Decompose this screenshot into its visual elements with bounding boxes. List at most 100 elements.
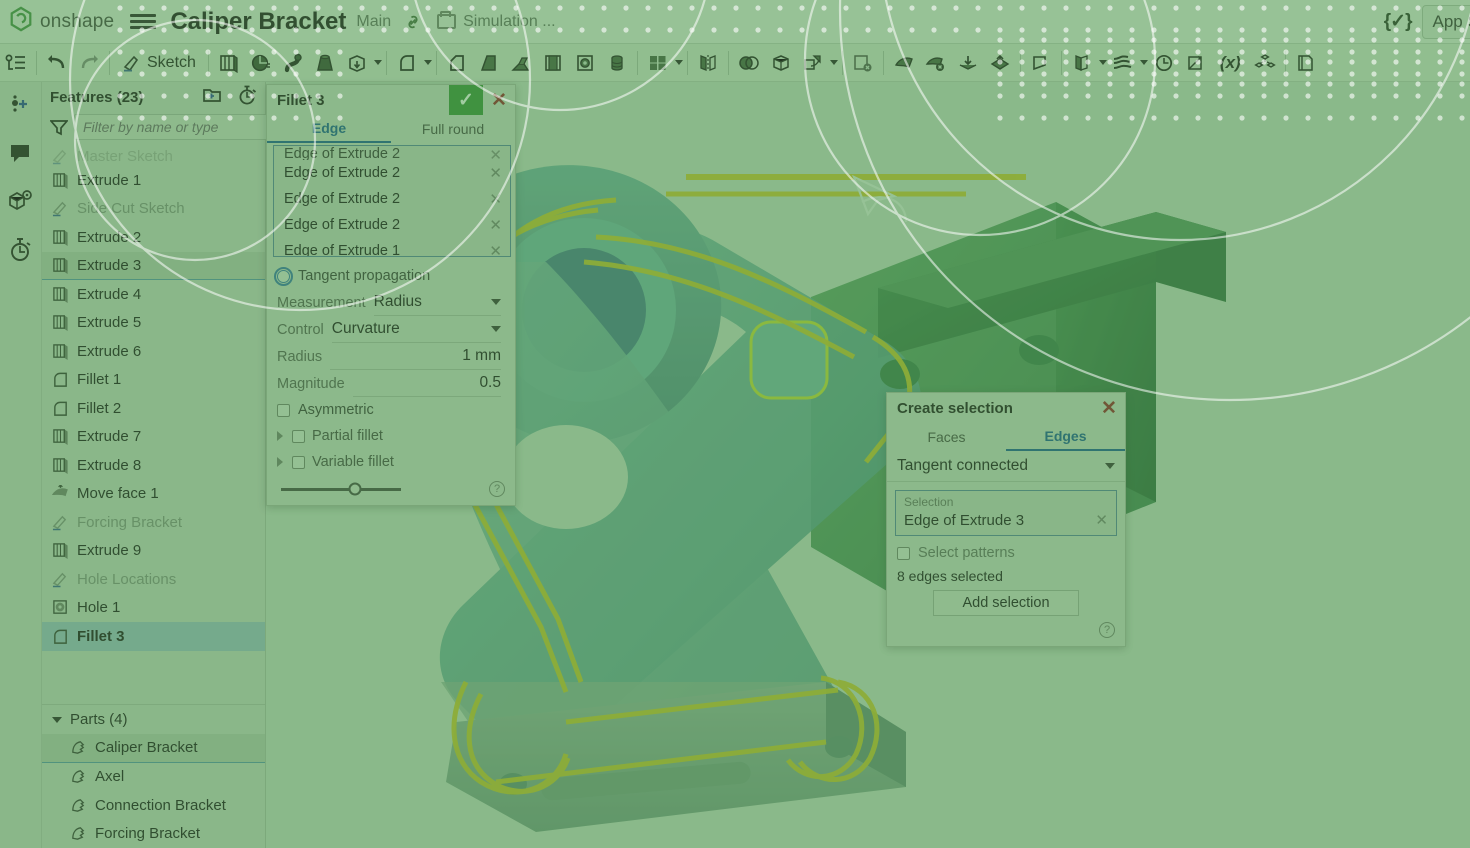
opacity-slider-row[interactable]: ? xyxy=(267,475,515,505)
selection-mode-dropdown[interactable]: Tangent connected xyxy=(887,451,1125,482)
import-derived-icon[interactable] xyxy=(952,46,984,80)
slider-knob[interactable] xyxy=(349,483,362,496)
select-patterns-checkbox[interactable] xyxy=(897,547,910,560)
chevron-down-icon[interactable] xyxy=(374,60,382,65)
opacity-slider[interactable] xyxy=(281,488,401,491)
feature-list-toggle-icon[interactable] xyxy=(0,46,32,80)
chevron-right-icon[interactable] xyxy=(277,431,283,441)
measure-icon[interactable] xyxy=(1180,46,1212,80)
control-dropdown[interactable]: Curvature xyxy=(332,316,501,343)
chevron-down-icon[interactable] xyxy=(1140,60,1148,65)
variable-fillet-checkbox[interactable] xyxy=(292,456,305,469)
move-face-icon[interactable] xyxy=(888,46,920,80)
feature-list[interactable]: Master SketchExtrude 1Side Cut SketchExt… xyxy=(42,146,265,704)
instance-add-icon[interactable] xyxy=(7,92,35,120)
feature-item[interactable]: Move face 1 xyxy=(42,480,265,509)
draft-icon[interactable] xyxy=(473,46,505,80)
rollback-stopwatch-icon[interactable] xyxy=(237,85,257,110)
asymmetric-row[interactable]: Asymmetric xyxy=(267,397,515,423)
radius-field[interactable]: 1 mm xyxy=(330,343,501,370)
new-folder-icon[interactable] xyxy=(202,86,223,109)
help-question-icon[interactable]: ? xyxy=(489,481,505,497)
magnitude-field[interactable]: 0.5 xyxy=(353,370,501,397)
assembly-icon[interactable] xyxy=(1249,46,1281,80)
workspace-tab[interactable]: Simulation ... xyxy=(437,13,555,31)
remove-x-icon[interactable]: ✕ xyxy=(1095,511,1108,529)
redo-icon[interactable] xyxy=(73,46,105,80)
boolean-icon[interactable] xyxy=(733,46,765,80)
export-icon[interactable] xyxy=(984,46,1016,80)
feature-item[interactable]: Fillet 1 xyxy=(42,366,265,395)
selection-field[interactable]: Selection Edge of Extrude 3 ✕ xyxy=(895,490,1117,536)
tab-edge[interactable]: Edge xyxy=(267,115,391,143)
feature-item[interactable]: Extrude 1 xyxy=(42,166,265,195)
edge-selection-row[interactable]: Edge of Extrude 2✕ xyxy=(274,212,510,238)
loft-icon[interactable] xyxy=(309,46,341,80)
tab-full-round[interactable]: Full round xyxy=(391,115,515,143)
comment-icon[interactable] xyxy=(7,140,35,168)
remove-x-icon[interactable]: ✕ xyxy=(489,164,502,182)
remove-x-icon[interactable]: ✕ xyxy=(489,146,502,160)
add-selection-button[interactable]: Add selection xyxy=(933,590,1079,616)
partial-fillet-checkbox[interactable] xyxy=(292,430,305,443)
onshape-logo-icon[interactable] xyxy=(8,6,34,37)
feature-item[interactable]: Fillet 3 xyxy=(42,622,265,651)
app-store-button[interactable]: App Sto xyxy=(1422,5,1470,39)
feature-item[interactable]: Forcing Bracket xyxy=(42,508,265,537)
plane-icon[interactable] xyxy=(1025,46,1057,80)
part-item[interactable]: Axel xyxy=(42,763,265,792)
feature-item[interactable]: Hole 1 xyxy=(42,594,265,623)
hamburger-menu-icon[interactable] xyxy=(130,12,156,32)
measurement-dropdown[interactable]: Radius xyxy=(374,289,501,316)
feature-item[interactable]: Extrude 6 xyxy=(42,337,265,366)
branch-label[interactable]: Main xyxy=(356,13,391,31)
pattern-icon[interactable] xyxy=(642,46,674,80)
edge-selection-row[interactable]: Edge of Extrude 2✕ xyxy=(274,186,510,212)
control-row[interactable]: Control Curvature xyxy=(267,316,515,343)
select-patterns-row[interactable]: Select patterns xyxy=(887,540,1125,566)
feature-item[interactable]: Extrude 7 xyxy=(42,423,265,452)
tab-faces[interactable]: Faces xyxy=(887,423,1006,451)
link-icon[interactable] xyxy=(403,12,423,32)
mirror-icon[interactable] xyxy=(692,46,724,80)
thicken-icon[interactable] xyxy=(341,46,373,80)
parts-list[interactable]: Caliper BracketAxelConnection BracketFor… xyxy=(42,734,265,848)
part-item[interactable]: Caliper Bracket xyxy=(42,734,265,763)
magnitude-row[interactable]: Magnitude 0.5 xyxy=(267,370,515,397)
tab-edges[interactable]: Edges xyxy=(1006,423,1125,451)
feature-item[interactable]: Extrude 2 xyxy=(42,223,265,252)
part-settings-icon[interactable] xyxy=(7,188,35,216)
chevron-down-icon[interactable] xyxy=(424,60,432,65)
feature-item[interactable]: Fillet 2 xyxy=(42,394,265,423)
asymmetric-checkbox[interactable] xyxy=(277,404,290,417)
chamfer-icon[interactable] xyxy=(441,46,473,80)
delete-part-icon[interactable] xyxy=(920,46,952,80)
parts-section-header[interactable]: Parts (4) xyxy=(42,704,265,734)
revolve-icon[interactable] xyxy=(245,46,277,80)
featurescript-braces-icon[interactable]: {✓} xyxy=(1384,10,1412,33)
tangent-propagation-checkbox[interactable] xyxy=(277,270,290,283)
partial-fillet-row[interactable]: Partial fillet xyxy=(267,423,515,449)
variable-icon[interactable]: (x) xyxy=(1212,46,1249,80)
chevron-down-icon[interactable] xyxy=(675,60,683,65)
feature-item[interactable]: Side Cut Sketch xyxy=(42,195,265,224)
feature-item[interactable]: Hole Locations xyxy=(42,565,265,594)
sketch-button[interactable]: Sketch xyxy=(114,46,204,80)
feature-item[interactable]: Master Sketch xyxy=(42,146,265,166)
sheet-metal-icon[interactable] xyxy=(1066,46,1098,80)
filter-icon[interactable] xyxy=(50,118,68,136)
feature-item[interactable]: Extrude 8 xyxy=(42,451,265,480)
remove-x-icon[interactable]: ✕ xyxy=(489,216,502,234)
measurement-row[interactable]: Measurement Radius xyxy=(267,289,515,316)
edge-selection-row[interactable]: Edge of Extrude 2✕ xyxy=(274,146,510,160)
search-input[interactable] xyxy=(74,114,274,140)
feature-item[interactable]: Extrude 5 xyxy=(42,309,265,338)
shell-icon[interactable] xyxy=(537,46,569,80)
tangent-propagation-row[interactable]: Tangent propagation xyxy=(267,263,515,289)
edge-selection-list[interactable]: Edge of Extrude 2✕Edge of Extrude 2✕Edge… xyxy=(273,145,511,257)
sweep-icon[interactable] xyxy=(277,46,309,80)
checkmark-accept-icon[interactable]: ✓ xyxy=(449,85,483,115)
chevron-right-icon[interactable] xyxy=(277,457,283,467)
feature-item[interactable]: Extrude 3 xyxy=(42,252,265,281)
edge-selection-row[interactable]: Edge of Extrude 1✕ xyxy=(274,238,510,257)
